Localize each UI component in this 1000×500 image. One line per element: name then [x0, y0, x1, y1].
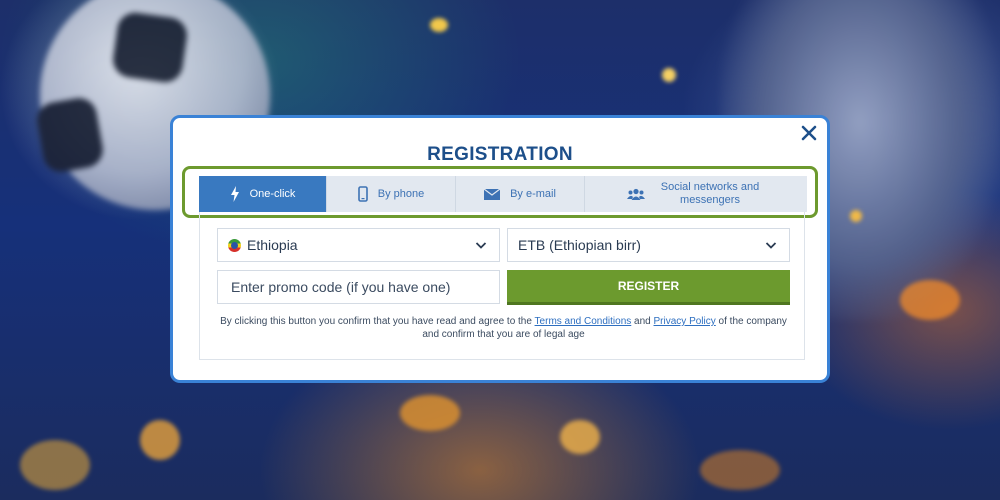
tab-by-phone[interactable]: By phone: [327, 176, 456, 212]
bokeh-light: [430, 18, 448, 32]
envelope-icon: [484, 188, 501, 200]
legal-disclaimer: By clicking this button you confirm that…: [217, 315, 790, 341]
registration-modal: REGISTRATION One-click By phone By e-mai…: [170, 115, 830, 383]
tab-social-networks[interactable]: Social networks and messengers: [585, 176, 807, 212]
registration-method-tabs: One-click By phone By e-mail Social netw…: [199, 176, 807, 212]
bokeh-light: [850, 210, 862, 222]
bokeh-light: [662, 68, 676, 82]
disclaimer-text: and: [634, 316, 651, 327]
tab-label: One-click: [249, 188, 296, 200]
privacy-policy-link[interactable]: Privacy Policy: [654, 316, 716, 327]
country-value: Ethiopia: [247, 237, 298, 253]
disclaimer-text: By clicking this button you confirm that…: [220, 316, 532, 327]
phone-icon: [357, 186, 368, 202]
tab-label: By phone: [377, 188, 425, 200]
tab-by-email[interactable]: By e-mail: [456, 176, 585, 212]
close-icon[interactable]: [799, 124, 819, 144]
currency-value: ETB (Ethiopian birr): [518, 237, 641, 253]
register-button[interactable]: REGISTER: [507, 270, 790, 305]
ethiopia-flag-icon: [228, 238, 241, 252]
lightning-icon: [230, 186, 240, 202]
bokeh-light: [900, 280, 960, 320]
promo-placeholder: Enter promo code (if you have one): [231, 279, 451, 295]
registration-form: Ethiopia ETB (Ethiopian birr) Enter prom…: [199, 212, 805, 360]
bokeh-light: [400, 395, 460, 431]
bokeh-light: [700, 450, 780, 490]
tab-one-click[interactable]: One-click: [199, 176, 327, 212]
modal-title: REGISTRATION: [427, 144, 573, 165]
tab-label: Social networks and messengers: [660, 181, 760, 206]
bokeh-light: [560, 420, 600, 454]
chevron-down-icon: [475, 238, 487, 254]
chevron-down-icon: [765, 238, 777, 254]
country-select[interactable]: Ethiopia: [217, 228, 500, 262]
promo-code-input[interactable]: Enter promo code (if you have one): [217, 270, 500, 304]
terms-link[interactable]: Terms and Conditions: [535, 316, 632, 327]
people-icon: [627, 188, 645, 201]
bokeh-light: [140, 420, 180, 460]
bokeh-light: [20, 440, 90, 490]
currency-select[interactable]: ETB (Ethiopian birr): [507, 228, 790, 262]
tab-label: By e-mail: [510, 188, 556, 200]
